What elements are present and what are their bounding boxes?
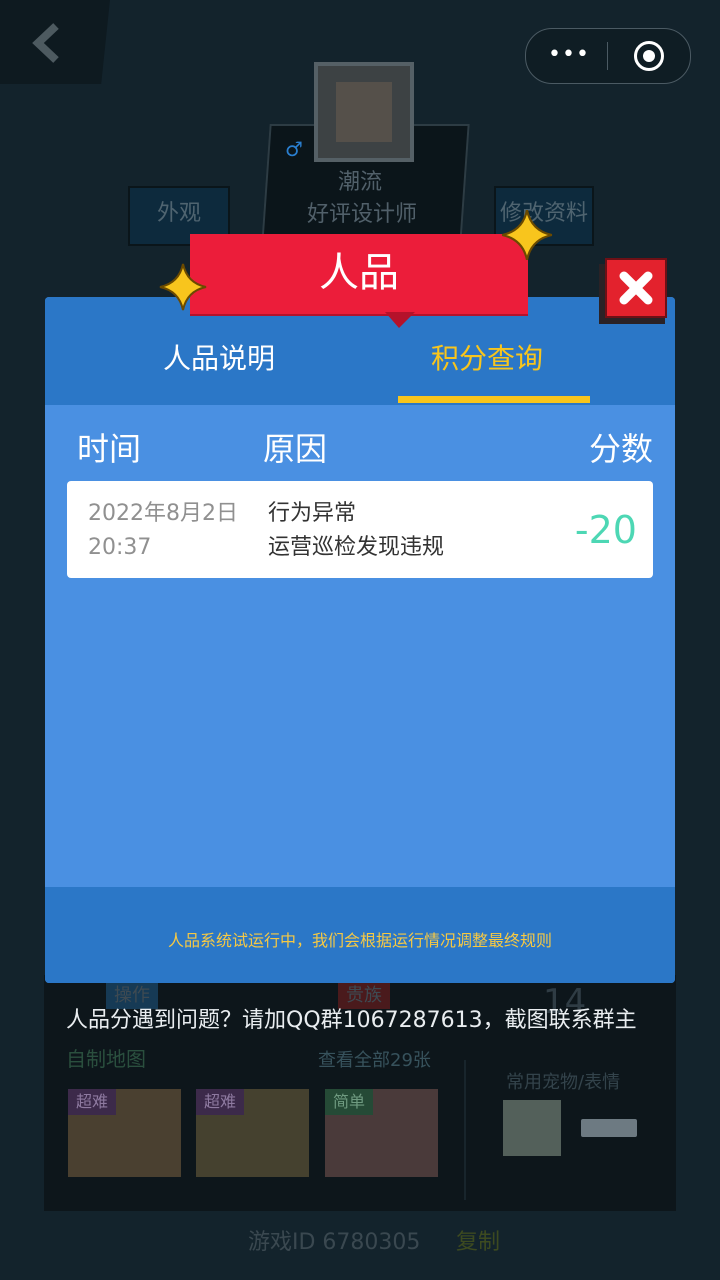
ribbon-tail [385,312,415,328]
column-header-score: 分数 [588,430,653,468]
map-thumbnail[interactable]: 超难 [68,1089,181,1177]
modal-title: 人品 [319,250,399,296]
tab-score-query[interactable]: 积分查询 [431,339,543,379]
mini-program-capsule: ••• [525,28,691,84]
record-reason-title: 行为异常 [268,501,357,526]
pet-emote-label: 常用宠物/表情 [506,1072,621,1093]
divider [464,1060,466,1200]
karma-modal: 人品说明 积分查询 时间 原因 分数 2022年8月2日 20:37 行为异常 … [45,297,675,983]
sparkle-star-icon [159,263,207,311]
back-button[interactable] [0,0,110,84]
map-thumbnail[interactable]: 超难 [196,1089,309,1177]
tab-karma-explanation[interactable]: 人品说明 [163,339,275,379]
emote-badge[interactable] [581,1119,637,1137]
profile-subtitle: 好评设计师 [306,202,417,227]
more-icon[interactable]: ••• [548,44,590,66]
modal-title-ribbon: 人品 [190,234,530,330]
record-reason: 行为异常 运营巡检发现违规 [268,497,568,565]
close-icon [619,271,653,305]
custom-maps-title: 自制地图 [66,1047,146,1071]
close-miniprogram-icon[interactable] [634,41,664,71]
map-thumbnail[interactable]: 简单 [325,1089,438,1177]
copy-link[interactable]: 复制 [456,1224,500,1256]
support-notice: 人品分遇到问题？请加QQ群1067287613，截图联系群主 [66,1008,637,1033]
record-datetime: 2022年8月2日 20:37 [88,497,258,565]
avatar[interactable] [314,62,414,162]
sparkle-star-icon [501,209,553,261]
pet-image[interactable] [503,1100,561,1156]
game-id: 游戏ID 6780305 [248,1230,421,1255]
record-reason-detail: 运营巡检发现违规 [268,535,445,560]
close-button[interactable] [599,258,669,324]
score-record-row: 2022年8月2日 20:37 行为异常 运营巡检发现违规 -20 [67,481,653,578]
record-score: -20 [574,508,637,552]
footer-notice: 人品系统试运行中，我们会根据运行情况调整最终规则 [167,931,552,950]
profile-title: 潮流 [337,170,382,195]
chevron-left-icon [32,23,59,63]
column-header-reason: 原因 [263,430,328,468]
capsule-divider [607,42,608,70]
column-header-time: 时间 [77,430,142,468]
active-tab-indicator [398,396,590,403]
male-icon: ♂ [285,137,303,161]
record-date: 2022年8月2日 [88,501,238,526]
view-all-maps-link[interactable]: 查看全部29张 [318,1046,431,1072]
difficulty-tag: 超难 [196,1089,245,1115]
difficulty-tag: 超难 [68,1089,117,1115]
record-time: 20:37 [88,535,152,560]
difficulty-tag: 简单 [325,1089,374,1115]
